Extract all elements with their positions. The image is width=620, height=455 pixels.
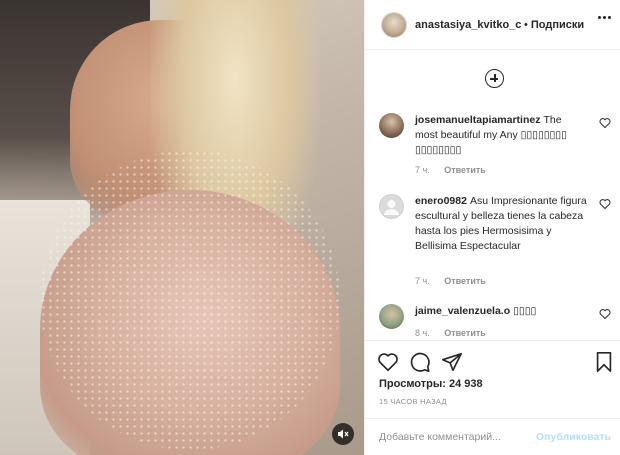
post-header: anastasiya_kvitko_clul • Подписки — [365, 0, 620, 50]
publish-comment-button[interactable]: Опубликовать — [536, 431, 611, 443]
commenter-avatar-default[interactable] — [379, 194, 404, 219]
comment-item: jaime_valenzuela.o ▯▯▯▯ 8 ч. Ответить — [379, 304, 611, 340]
reply-button[interactable]: Ответить — [444, 328, 486, 338]
comment-meta: 7 ч. Ответить — [415, 165, 486, 175]
comment-meta: 8 ч. Ответить — [415, 328, 486, 338]
commenter-avatar[interactable] — [379, 113, 404, 138]
load-more-comments-icon[interactable] — [485, 69, 504, 88]
post-actions-bar — [365, 340, 620, 380]
commenter-username[interactable]: enero0982 — [415, 195, 467, 207]
commenter-username[interactable]: jaime_valenzuela.o — [415, 305, 510, 317]
author-avatar[interactable] — [381, 11, 407, 38]
reply-button[interactable]: Ответить — [444, 165, 486, 175]
mute-button[interactable] — [332, 423, 354, 445]
mute-icon — [338, 429, 349, 439]
comment-composer: Добавьте комментарий... Опубликовать — [365, 418, 620, 455]
save-bookmark-icon[interactable] — [593, 351, 615, 373]
comment-bubble-icon[interactable] — [409, 351, 431, 373]
following-button[interactable]: Подписки — [531, 19, 584, 31]
comment-time: 7 ч. — [415, 165, 430, 175]
video-sequins — [40, 150, 340, 450]
post-timestamp[interactable]: 15 ЧАСОВ НАЗАД — [379, 397, 447, 406]
like-heart-icon[interactable] — [377, 351, 399, 373]
post-side-panel: anastasiya_kvitko_clul • Подписки josema… — [364, 0, 620, 455]
view-count[interactable]: Просмотры: 24 938 — [379, 378, 483, 390]
like-comment-heart-icon[interactable] — [599, 308, 611, 320]
comment-item: josemanueltapiamartinez The most beautifu… — [379, 113, 611, 175]
commenter-avatar[interactable] — [379, 304, 404, 329]
comment-item: enero0982 Asu Impresionante figura escult… — [379, 194, 611, 289]
reply-button[interactable]: Ответить — [444, 276, 486, 286]
share-paper-plane-icon[interactable] — [441, 351, 463, 373]
comment-text: enero0982 Asu Impresionante figura escult… — [415, 194, 587, 254]
like-comment-heart-icon[interactable] — [599, 117, 611, 129]
default-avatar-icon — [384, 200, 399, 215]
header-separator: • — [524, 18, 528, 31]
comment-text: jaime_valenzuela.o ▯▯▯▯ — [415, 304, 587, 319]
comment-input[interactable]: Добавьте комментарий... — [379, 431, 501, 443]
like-comment-heart-icon[interactable] — [599, 198, 611, 210]
video-player[interactable] — [0, 0, 364, 455]
author-username[interactable]: anastasiya_kvitko_clul — [415, 19, 521, 31]
more-options-icon[interactable] — [598, 16, 611, 19]
comment-time: 7 ч. — [415, 276, 430, 286]
comment-body: ▯▯▯▯ — [513, 305, 537, 317]
commenter-username[interactable]: josemanueltapiamartinez — [415, 114, 540, 126]
comment-text: josemanueltapiamartinez The most beautifu… — [415, 113, 587, 158]
comment-meta: 7 ч. Ответить — [415, 276, 486, 286]
comment-time: 8 ч. — [415, 328, 430, 338]
